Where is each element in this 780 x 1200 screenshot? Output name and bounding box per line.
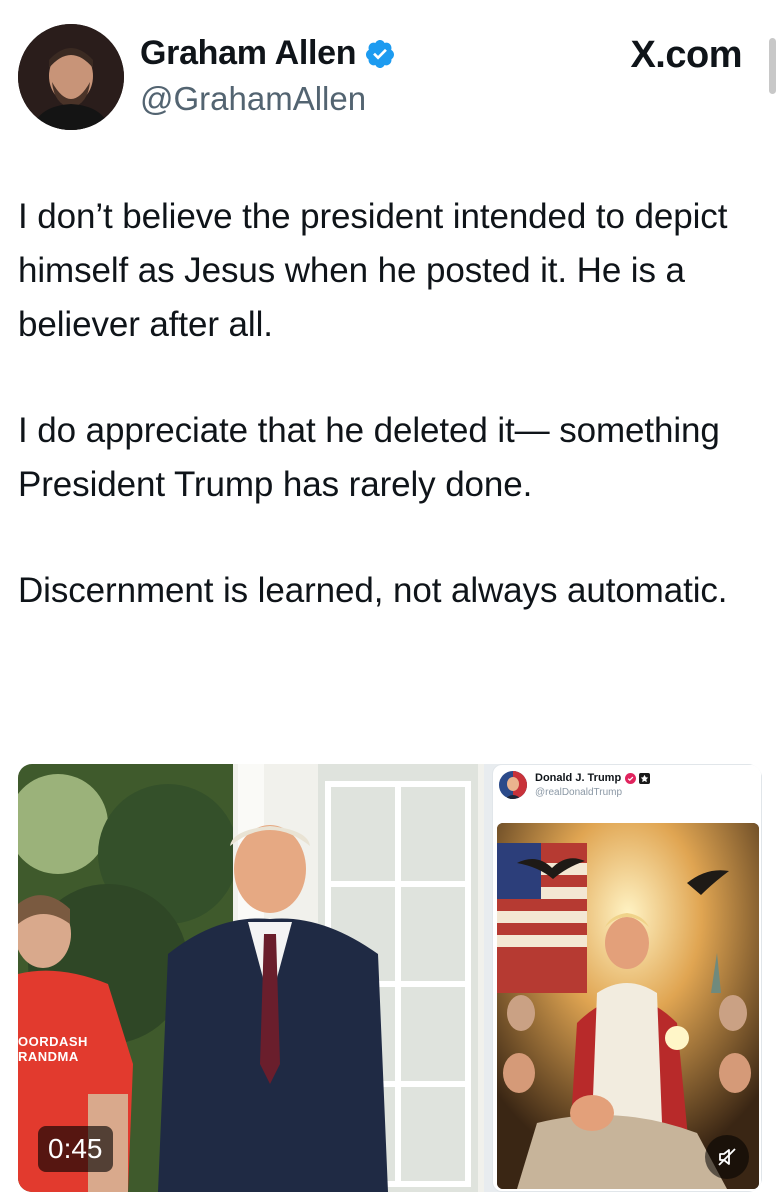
tweet-media[interactable]: OORDASH RANDMA 0:45 Donald J. Trump @rea…: [18, 764, 762, 1192]
embedded-post-image: [497, 823, 759, 1189]
author-handle[interactable]: @GrahamAllen: [140, 80, 366, 118]
tweet-screenshot: Graham Allen @GrahamAllen X.com I don’t …: [0, 0, 780, 1200]
scrollbar[interactable]: [769, 38, 776, 94]
author-name[interactable]: Graham Allen: [140, 34, 357, 73]
tweet-paragraph: Discernment is learned, not always autom…: [18, 571, 728, 610]
tweet-paragraph: I don’t believe the president intended t…: [18, 197, 728, 344]
embedded-author-name: Donald J. Trump: [535, 772, 622, 784]
mute-button[interactable]: [705, 1135, 749, 1179]
mute-icon: [718, 1148, 736, 1166]
tweet-text: I don’t believe the president intended t…: [18, 190, 768, 670]
embedded-author-handle: @realDonaldTrump: [535, 787, 623, 798]
tweet-header: Graham Allen @GrahamAllen X.com: [0, 0, 780, 140]
shirt-text: OORDASH RANDMA: [18, 1034, 88, 1064]
government-badge-icon: [639, 772, 651, 784]
embedded-post[interactable]: Donald J. Trump @realDonaldTrump: [492, 764, 762, 1192]
author-name-row: Graham Allen: [140, 34, 396, 73]
verified-badge-icon: [625, 772, 637, 784]
video-player[interactable]: OORDASH RANDMA 0:45: [18, 764, 484, 1192]
verified-badge-icon: [366, 39, 395, 68]
brand-label: X.com: [630, 34, 742, 76]
tweet-paragraph: I do appreciate that he deleted it— some…: [18, 411, 720, 504]
embedded-author-name-row: Donald J. Trump: [535, 772, 651, 784]
author-avatar[interactable]: [18, 24, 124, 130]
embedded-author-avatar: [499, 771, 527, 799]
video-duration: 0:45: [38, 1126, 113, 1172]
